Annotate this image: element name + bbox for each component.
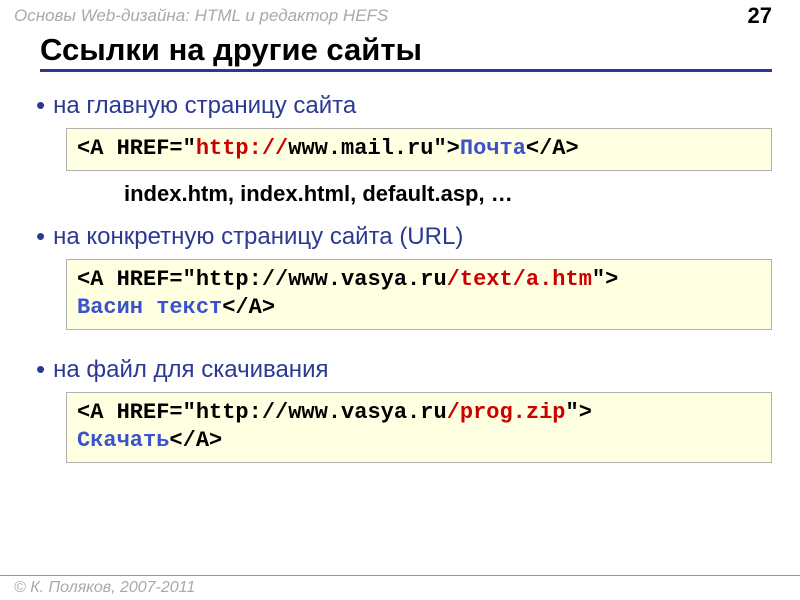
bullet-icon: • xyxy=(36,358,45,380)
slide-title: Ссылки на другие сайты xyxy=(40,32,772,68)
course-title: Основы Web-дизайна: HTML и редактор HEFS xyxy=(14,6,388,26)
code-example-3: <A HREF="http://www.vasya.ru/prog.zip"> … xyxy=(66,392,772,463)
index-files-note: index.htm, index.html, default.asp, … xyxy=(124,181,772,207)
code-host: www.mail.ru xyxy=(288,136,433,161)
code-text: <A HREF="http://www.vasya.ru xyxy=(77,400,447,425)
code-close: </A> xyxy=(222,295,275,320)
code-line-1: <A HREF="http://www.vasya.ru/text/a.htm"… xyxy=(77,266,761,295)
bullet-text: на конкретную страницу сайта (URL) xyxy=(53,223,463,251)
bullet-icon: • xyxy=(36,94,45,116)
slide-footer: © К. Поляков, 2007-2011 xyxy=(0,575,800,600)
code-example-2: <A HREF="http://www.vasya.ru/text/a.htm"… xyxy=(66,259,772,330)
code-protocol: http:// xyxy=(196,136,288,161)
bullet-item-3: • на файл для скачивания xyxy=(36,356,772,384)
code-text: "> xyxy=(566,400,592,425)
code-example-1: <A HREF="http://www.mail.ru">Почта</A> xyxy=(66,128,772,171)
code-text: <A HREF=" xyxy=(77,136,196,161)
code-line-2: Скачать</A> xyxy=(77,427,761,456)
code-line-1: <A HREF="http://www.vasya.ru/prog.zip"> xyxy=(77,399,761,428)
code-close: </A> xyxy=(526,136,579,161)
bullet-item-1: • на главную страницу сайта xyxy=(36,92,772,120)
bullet-text: на файл для скачивания xyxy=(53,356,328,384)
code-text: "> xyxy=(592,267,618,292)
page-number: 27 xyxy=(748,3,772,29)
copyright: © К. Поляков, 2007-2011 xyxy=(14,579,195,596)
bullet-icon: • xyxy=(36,225,45,247)
code-line-2: Васин текст</A> xyxy=(77,294,761,323)
code-link-text: Почта xyxy=(460,136,526,161)
slide-header: Основы Web-дизайна: HTML и редактор HEFS… xyxy=(0,0,800,32)
code-close: </A> xyxy=(169,428,222,453)
code-link-text: Васин текст xyxy=(77,295,222,320)
code-path: /prog.zip xyxy=(447,400,566,425)
code-text: "> xyxy=(433,136,459,161)
bullet-item-2: • на конкретную страницу сайта (URL) xyxy=(36,223,772,251)
slide-content: • на главную страницу сайта <A HREF="htt… xyxy=(0,72,800,463)
code-text: <A HREF="http://www.vasya.ru xyxy=(77,267,447,292)
code-link-text: Скачать xyxy=(77,428,169,453)
title-block: Ссылки на другие сайты xyxy=(40,32,772,72)
code-path: /text/a.htm xyxy=(447,267,592,292)
bullet-text: на главную страницу сайта xyxy=(53,92,356,120)
